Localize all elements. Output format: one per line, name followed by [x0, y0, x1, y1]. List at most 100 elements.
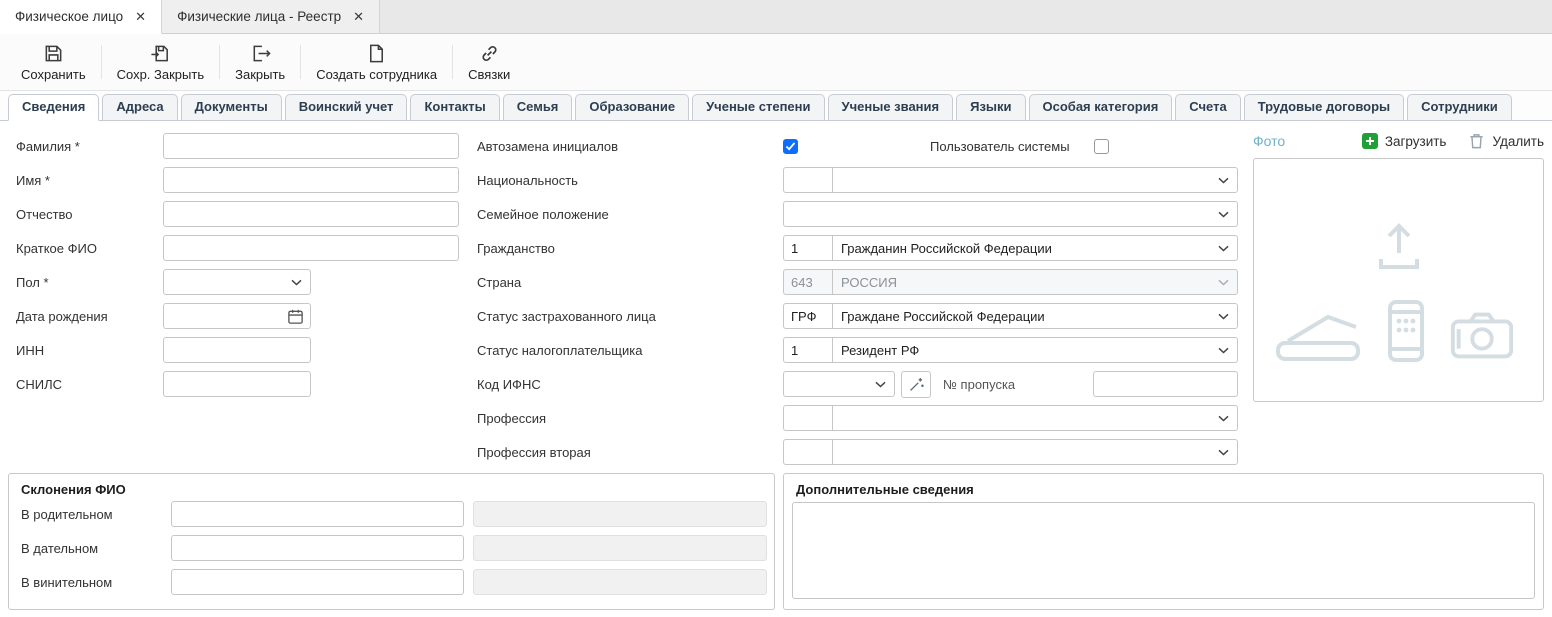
- first-name-input[interactable]: [163, 167, 459, 193]
- create-employee-button-label: Создать сотрудника: [316, 67, 437, 82]
- patronymic-input[interactable]: [163, 201, 459, 227]
- profession2-select[interactable]: [832, 439, 1238, 465]
- upload-photo-button[interactable]: Загрузить: [1362, 133, 1447, 149]
- additional-info-textarea[interactable]: [792, 502, 1535, 599]
- marital-label: Семейное положение: [468, 207, 783, 222]
- field-row-nationality: Национальность: [468, 163, 1238, 197]
- snils-input[interactable]: [163, 371, 311, 397]
- inn-input[interactable]: [163, 337, 311, 363]
- nationality-select[interactable]: [832, 167, 1238, 193]
- nationality-code-input[interactable]: [783, 167, 833, 193]
- links-button[interactable]: Связки: [455, 37, 523, 87]
- citizenship-value: Гражданин Российской Федерации: [841, 241, 1052, 256]
- surname-input[interactable]: [163, 133, 459, 159]
- tab-trudovye-dogovory[interactable]: Трудовые договоры: [1244, 94, 1404, 120]
- taxpayer-status-value: Резидент РФ: [841, 343, 919, 358]
- tab-osobaya-kategoriya[interactable]: Особая категория: [1029, 94, 1173, 120]
- declension-row-accusative: В винительном: [9, 565, 774, 599]
- profession2-code-input[interactable]: [783, 439, 833, 465]
- tab-sotrudniki[interactable]: Сотрудники: [1407, 94, 1512, 120]
- first-name-label: Имя *: [8, 173, 163, 188]
- dative-auto-input: [473, 535, 767, 561]
- save-close-button[interactable]: Сохр. Закрыть: [104, 37, 218, 87]
- accusative-input[interactable]: [171, 569, 464, 595]
- window-tab-person[interactable]: Физическое лицо ✕: [0, 0, 162, 34]
- tab-kontakty[interactable]: Контакты: [410, 94, 499, 120]
- field-row-first-name: Имя *: [8, 163, 468, 197]
- tab-svedeniya[interactable]: Сведения: [8, 94, 99, 121]
- profession-code-input[interactable]: [783, 405, 833, 431]
- birth-date-input[interactable]: [163, 303, 311, 329]
- short-name-label: Краткое ФИО: [8, 241, 163, 256]
- tab-scheta[interactable]: Счета: [1175, 94, 1240, 120]
- tab-obrazovanie[interactable]: Образование: [575, 94, 689, 120]
- inn-label: ИНН: [8, 343, 163, 358]
- genitive-auto-input: [473, 501, 767, 527]
- save-button[interactable]: Сохранить: [8, 37, 99, 87]
- tab-semya[interactable]: Семья: [503, 94, 573, 120]
- window-tab-registry[interactable]: Физические лица - Реестр ✕: [162, 0, 380, 33]
- chevron-down-icon: [1218, 245, 1229, 252]
- tab-uchenye-stepeni[interactable]: Ученые степени: [692, 94, 824, 120]
- photo-dropzone[interactable]: [1253, 158, 1544, 402]
- citizenship-label: Гражданство: [468, 241, 783, 256]
- close-button[interactable]: Закрыть: [222, 37, 298, 87]
- declensions-title: Склонения ФИО: [9, 482, 774, 497]
- document-icon: [366, 43, 387, 64]
- close-icon[interactable]: ✕: [135, 10, 146, 23]
- window-tab-label: Физическое лицо: [15, 9, 123, 24]
- tab-yazyki[interactable]: Языки: [956, 94, 1025, 120]
- profession-select[interactable]: [832, 405, 1238, 431]
- insured-status-code-input[interactable]: [783, 303, 833, 329]
- additional-info-panel: Дополнительные сведения: [783, 473, 1544, 610]
- declensions-panel: Склонения ФИО В родительном В дательном …: [8, 473, 775, 610]
- auto-initials-checkbox[interactable]: [783, 139, 798, 154]
- taxpayer-status-select[interactable]: Резидент РФ: [832, 337, 1238, 363]
- insured-status-select[interactable]: Граждане Российской Федерации: [832, 303, 1238, 329]
- middle-field-column: Автозамена инициалов Пользователь систем…: [468, 129, 1238, 469]
- chevron-down-icon: [1218, 177, 1229, 184]
- field-row-patronymic: Отчество: [8, 197, 468, 231]
- field-row-gender: Пол *: [8, 265, 468, 299]
- gender-label: Пол *: [8, 275, 163, 290]
- scanner-icon: [1272, 305, 1366, 367]
- field-row-marital: Семейное положение: [468, 197, 1238, 231]
- system-user-checkbox[interactable]: [1094, 139, 1109, 154]
- tab-voinskiy-uchet[interactable]: Воинский учет: [285, 94, 408, 120]
- upload-icon: [1375, 219, 1423, 273]
- photo-section-title: Фото: [1253, 133, 1285, 149]
- chevron-down-icon: [1218, 279, 1229, 286]
- tab-uchenye-zvaniya[interactable]: Ученые звания: [828, 94, 954, 120]
- genitive-label: В родительном: [21, 507, 171, 522]
- plus-icon: [1362, 133, 1378, 149]
- tab-dokumenty[interactable]: Документы: [181, 94, 282, 120]
- field-row-profession2: Профессия вторая: [468, 435, 1238, 469]
- citizenship-select[interactable]: Гражданин Российской Федерации: [832, 235, 1238, 261]
- calendar-icon: [287, 308, 304, 325]
- field-row-surname: Фамилия *: [8, 129, 468, 163]
- field-row-short-name: Краткое ФИО: [8, 231, 468, 265]
- delete-photo-button[interactable]: Удалить: [1468, 132, 1544, 150]
- genitive-input[interactable]: [171, 501, 464, 527]
- country-select: РОССИЯ: [832, 269, 1238, 295]
- create-employee-button[interactable]: Создать сотрудника: [303, 37, 450, 87]
- dative-input[interactable]: [171, 535, 464, 561]
- upload-photo-label: Загрузить: [1385, 134, 1447, 149]
- taxpayer-status-code-input[interactable]: [783, 337, 833, 363]
- taxpayer-status-label: Статус налогоплательщика: [468, 343, 783, 358]
- tab-adresa[interactable]: Адреса: [102, 94, 177, 120]
- profession2-label: Профессия вторая: [468, 445, 783, 460]
- ifns-code-select[interactable]: [783, 371, 895, 397]
- save-close-button-label: Сохр. Закрыть: [117, 67, 205, 82]
- short-name-input[interactable]: [163, 235, 459, 261]
- left-field-column: Фамилия * Имя * Отчество Краткое ФИО Пол…: [8, 129, 468, 401]
- gender-select[interactable]: [163, 269, 311, 295]
- chevron-down-icon: [1218, 347, 1229, 354]
- magic-wand-button[interactable]: [901, 371, 931, 398]
- citizenship-code-input[interactable]: [783, 235, 833, 261]
- marital-select[interactable]: [783, 201, 1238, 227]
- trash-icon: [1468, 132, 1485, 150]
- close-icon[interactable]: ✕: [353, 10, 364, 23]
- photo-panel: Фото Загрузить Удали: [1253, 129, 1544, 402]
- pass-number-input[interactable]: [1093, 371, 1238, 397]
